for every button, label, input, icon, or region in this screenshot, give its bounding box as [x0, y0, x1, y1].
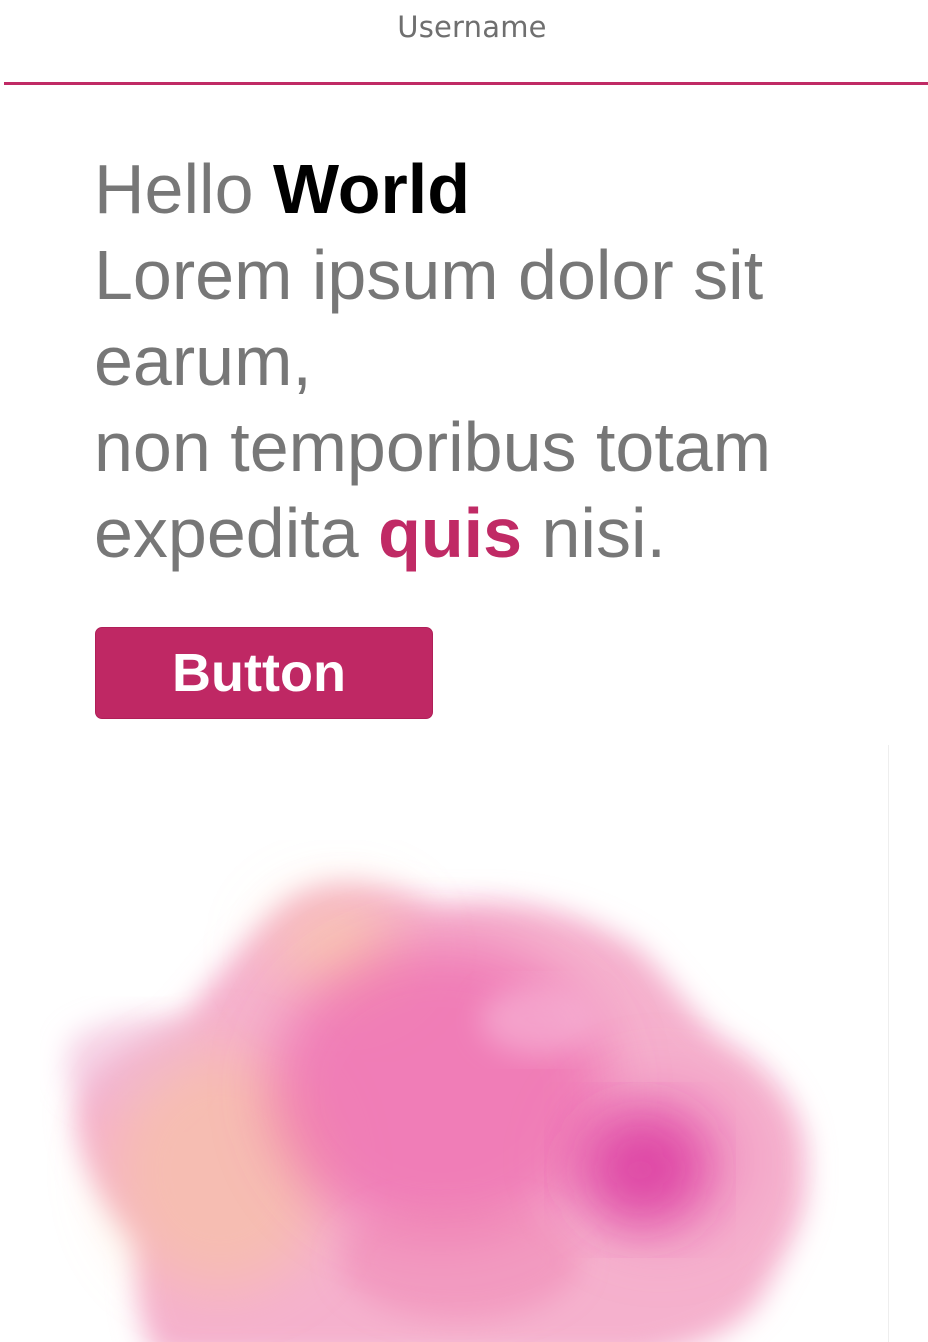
username-label[interactable]: Username [0, 10, 928, 44]
hero-line-5-start: expedita [94, 494, 359, 572]
page: Username Hello World Lorem ipsum dolor s… [0, 0, 928, 1342]
hero-line-1: Hello World [94, 146, 894, 232]
hero-line-5-end: nisi. [541, 494, 666, 572]
hero-line-3: earum, [94, 322, 312, 400]
hero-line-4: non temporibus totam [94, 408, 772, 486]
watercolor-splash-image [65, 880, 806, 1342]
vertical-divider [888, 745, 889, 1342]
hero-accent-word: quis [378, 494, 523, 572]
primary-button[interactable]: Button [95, 627, 433, 719]
hero-heading: Hello World Lorem ipsum dolor sit earum,… [94, 146, 894, 576]
hero-line-5: expedita quis nisi. [94, 490, 894, 576]
top-bar: Username [0, 0, 928, 85]
hero-line-2: Lorem ipsum dolor sit [94, 236, 764, 314]
hero-greeting: Hello [94, 150, 254, 228]
header-divider [4, 82, 928, 85]
hero-greeting-strong: World [272, 150, 470, 228]
